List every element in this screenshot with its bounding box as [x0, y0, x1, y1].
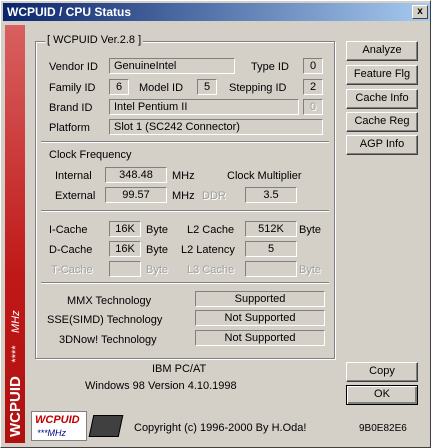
tcache-field [109, 261, 141, 277]
separator [41, 141, 329, 143]
sidebar-stars: **** [10, 345, 22, 364]
mmx-label: MMX Technology [67, 295, 152, 307]
code-text: 9B0E82E6 [359, 423, 407, 434]
icache-label: I-Cache [49, 224, 88, 236]
machine-label: IBM PC/AT [152, 363, 207, 375]
sidebar-brand: WCPUID [7, 376, 24, 437]
dcache-unit: Byte [146, 244, 169, 256]
external-field: 99.57 [105, 187, 167, 203]
platform-label: Platform [49, 122, 90, 134]
internal-field: 348.48 [105, 167, 167, 183]
vendor-field: GenuineIntel [109, 58, 235, 74]
brand-field: Intel Pentium II [109, 99, 299, 115]
type-field: 0 [303, 58, 323, 74]
external-unit: MHz [172, 190, 195, 202]
window-title: WCPUID / CPU Status [7, 5, 132, 19]
cpu-chip-icon [88, 415, 124, 437]
platform-field: Slot 1 (SC242 Connector) [109, 119, 323, 135]
model-field: 5 [197, 79, 217, 95]
l3-unit: Byte [299, 264, 322, 276]
tcache-label: T-Cache [51, 264, 93, 276]
external-label: External [55, 190, 96, 202]
now-field: Not Supported [195, 330, 325, 346]
stepping-label: Stepping ID [229, 82, 287, 94]
mmx-field: Supported [195, 291, 325, 307]
brand-label: Brand ID [49, 102, 93, 114]
l3-field [245, 261, 297, 277]
separator [41, 282, 329, 284]
l2-label: L2 Cache [187, 224, 235, 236]
l2lat-label: L2 Latency [181, 244, 235, 256]
copyright-text: Copyright (c) 1996-2000 By H.Oda! [134, 422, 307, 434]
feature-flag-button[interactable]: Feature Flg [346, 65, 418, 85]
title-bar[interactable]: WCPUID / CPU Status x [3, 3, 430, 21]
internal-label: Internal [55, 170, 92, 182]
dcache-label: D-Cache [49, 244, 93, 256]
model-label: Model ID [139, 82, 184, 94]
multiplier-field: 3.5 [245, 187, 297, 203]
l2-unit: Byte [299, 224, 322, 236]
logo-sub: ***MHz [37, 428, 67, 438]
close-button[interactable]: x [412, 5, 428, 19]
l2lat-field: 5 [245, 241, 297, 257]
cache-reg-button[interactable]: Cache Reg [346, 112, 418, 132]
wcpuid-logo: WCPUID ***MHz [31, 411, 87, 441]
ok-button[interactable]: OK [346, 385, 418, 405]
icache-unit: Byte [146, 224, 169, 236]
copy-button[interactable]: Copy [346, 362, 418, 382]
group-title: [ WCPUID Ver.2.8 ] [45, 34, 144, 46]
multiplier-label: Clock Multiplier [227, 170, 302, 182]
type-label: Type ID [251, 61, 289, 73]
brand-num-field: 0 [303, 99, 323, 115]
os-label: Windows 98 Version 4.10.1998 [85, 380, 237, 392]
internal-unit: MHz [172, 170, 195, 182]
family-label: Family ID [49, 82, 96, 94]
stepping-field: 2 [303, 79, 323, 95]
now-label: 3DNow! Technology [59, 334, 157, 346]
sse-label: SSE(SIMD) Technology [47, 314, 163, 326]
logo-text: WCPUID [35, 414, 80, 426]
dcache-field: 16K [109, 241, 141, 257]
icache-field: 16K [109, 221, 141, 237]
l3-label: L3 Cache [187, 264, 235, 276]
sidebar-mhz: MHz [10, 310, 22, 333]
analyze-button[interactable]: Analyze [346, 41, 418, 61]
sse-field: Not Supported [195, 310, 325, 326]
ddr-label: DDR [202, 190, 226, 202]
family-field: 6 [109, 79, 129, 95]
clock-title: Clock Frequency [49, 149, 132, 161]
tcache-unit: Byte [146, 264, 169, 276]
agp-info-button[interactable]: AGP Info [346, 135, 418, 155]
vendor-label: Vendor ID [49, 61, 98, 73]
sidebar-banner: WCPUID **** MHz [5, 25, 25, 443]
l2-field: 512K [245, 221, 297, 237]
cache-info-button[interactable]: Cache Info [346, 89, 418, 109]
separator [41, 210, 329, 212]
main-window: WCPUID / CPU Status x WCPUID **** MHz [ … [0, 0, 431, 448]
